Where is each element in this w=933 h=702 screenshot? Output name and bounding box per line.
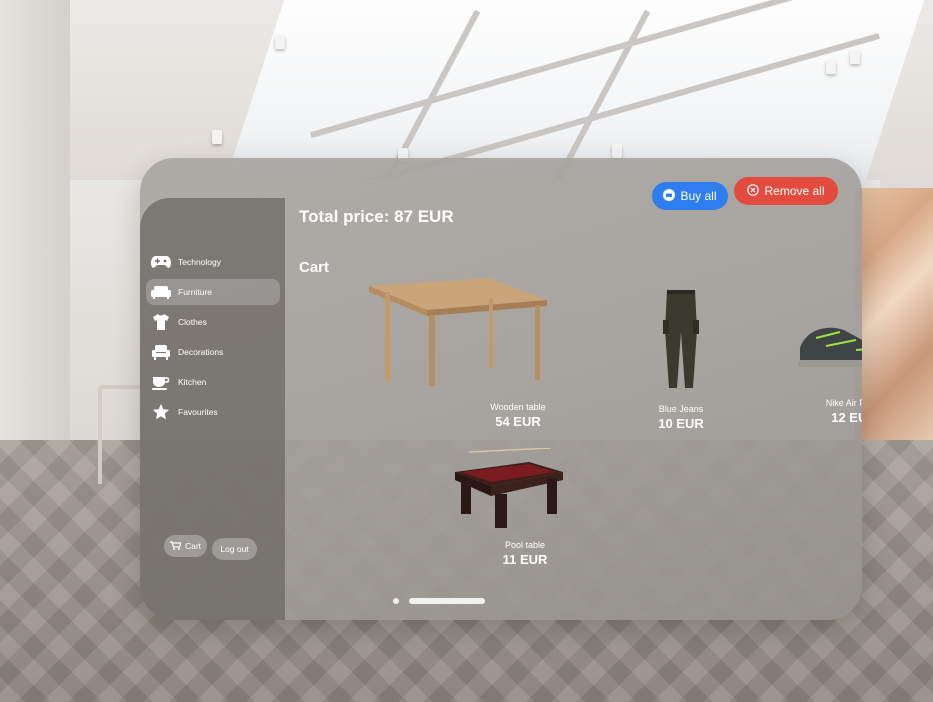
product-price: 12 EUR	[831, 410, 862, 425]
product-name: Blue Jeans	[658, 404, 704, 414]
buy-icon	[663, 188, 676, 204]
gamepad-icon	[150, 255, 172, 269]
remove-all-label: Remove all	[764, 184, 825, 198]
page-dot[interactable]	[393, 598, 399, 604]
window-drag-bar[interactable]	[409, 598, 485, 604]
sidebar-item-label: Furniture	[178, 287, 213, 297]
sidebar-item-label: Kitchen	[178, 377, 207, 387]
sidebar-item-label: Decorations	[178, 347, 224, 357]
spotlight-icon	[850, 50, 860, 64]
sofa-icon	[150, 285, 172, 299]
cart-button-label: Cart	[184, 541, 202, 551]
sidebar-item-decorations[interactable]: Decorations	[146, 339, 280, 365]
sidebar-item-label: Clothes	[178, 317, 207, 327]
product-card[interactable]: Blue Jeans 10 EUR	[606, 280, 756, 431]
cart-window: Technology Furniture Clothes Decorations…	[140, 158, 862, 620]
sneaker-image	[779, 288, 862, 398]
main-content: Total price: 87 EUR Buy all Remove all C…	[285, 158, 862, 620]
product-name: Wooden table	[490, 402, 546, 412]
sidebar: Technology Furniture Clothes Decorations…	[140, 198, 285, 620]
tshirt-icon	[150, 314, 172, 330]
marble-sculpture	[855, 188, 933, 448]
spotlight-icon	[212, 130, 222, 144]
product-card[interactable]: Nike Air Force 12 EUR	[779, 288, 862, 425]
total-price: Total price: 87 EUR	[299, 207, 454, 226]
buy-all-label: Buy all	[680, 189, 717, 203]
product-card[interactable]: Pool table 11 EUR	[450, 418, 600, 567]
remove-all-button[interactable]: Remove all	[734, 177, 838, 205]
spotlight-icon	[275, 35, 285, 49]
star-icon	[150, 404, 172, 420]
page-indicator	[393, 598, 485, 604]
sidebar-item-label: Technology	[178, 257, 222, 267]
product-name: Pool table	[504, 540, 546, 550]
cart-icon	[169, 540, 182, 552]
sidebar-item-technology[interactable]: Technology	[146, 249, 280, 275]
product-name: Nike Air Force	[825, 398, 862, 408]
spotlight-icon	[826, 60, 836, 74]
spotlight-icon	[612, 144, 622, 158]
sidebar-item-clothes[interactable]: Clothes	[146, 309, 280, 335]
buy-all-button[interactable]: Buy all	[652, 182, 728, 210]
close-circle-icon	[747, 183, 760, 199]
product-card[interactable]: Wooden table 54 EUR	[369, 278, 593, 429]
logout-button-label: Log out	[220, 544, 249, 554]
logout-button[interactable]: Log out	[212, 538, 257, 560]
sidebar-item-kitchen[interactable]: Kitchen	[146, 369, 280, 395]
cup-icon	[150, 374, 172, 390]
sidebar-item-label: Favourites	[178, 407, 218, 417]
product-price: 10 EUR	[658, 416, 704, 431]
pool-table-image	[450, 418, 600, 528]
cart-section-title: Cart	[299, 259, 330, 276]
product-price: 11 EUR	[502, 552, 548, 567]
cart-button[interactable]: Cart	[164, 535, 207, 557]
sidebar-item-favourites[interactable]: Favourites	[146, 399, 280, 425]
sidebar-item-furniture[interactable]: Furniture	[146, 279, 280, 305]
armchair-icon	[150, 344, 172, 360]
table-image	[369, 278, 593, 388]
trousers-image	[606, 280, 756, 390]
